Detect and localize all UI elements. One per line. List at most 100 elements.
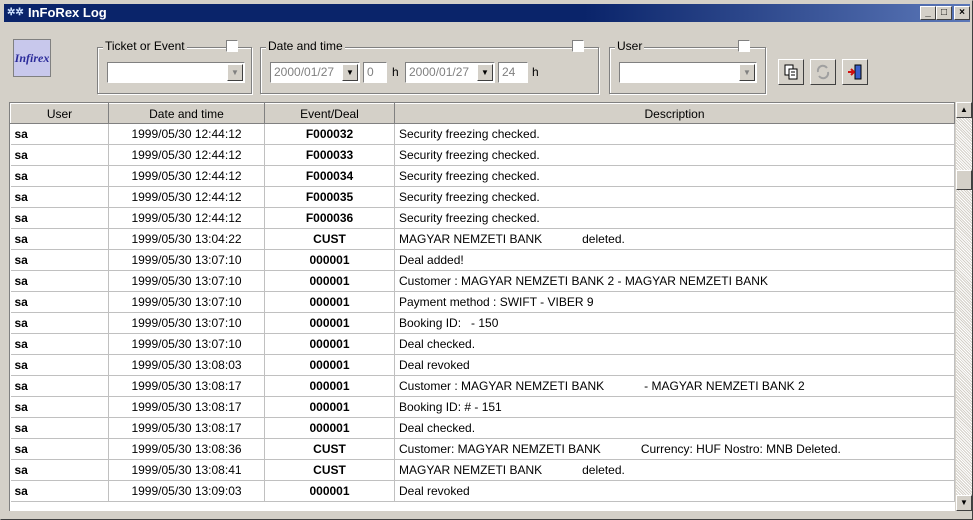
date-to-picker[interactable]: 2000/01/27 ▼ — [405, 62, 495, 83]
cell-user: sa — [10, 438, 109, 460]
table-row[interactable]: sa 1999/05/30 13:07:10 000001 Payment metho… — [10, 291, 955, 313]
cell-datetime: 1999/05/30 13:07:10 — [108, 291, 265, 313]
table-row[interactable]: sa 1999/05/30 13:08:36 CUST Customer: MAGYA… — [10, 438, 955, 460]
log-table-container[interactable]: User Date and time Event/Deal Descriptio… — [9, 102, 955, 511]
column-header-description[interactable]: Description — [394, 103, 955, 124]
close-button[interactable]: × — [954, 6, 970, 20]
cell-description: Deal checked. — [394, 333, 955, 355]
cell-datetime: 1999/05/30 13:09:03 — [108, 480, 265, 502]
datetime-checkbox[interactable] — [572, 40, 584, 52]
maximize-button[interactable]: □ — [936, 6, 952, 20]
cell-datetime: 1999/05/30 13:08:36 — [108, 438, 265, 460]
cell-datetime: 1999/05/30 13:07:10 — [108, 249, 265, 271]
cell-datetime: 1999/05/30 12:44:12 — [108, 165, 265, 187]
ticket-event-combo[interactable]: ▼ — [107, 62, 245, 83]
datetime-label: Date and time — [266, 39, 345, 53]
cell-user: sa — [10, 354, 109, 376]
scroll-up-button[interactable]: ▲ — [956, 102, 972, 118]
table-row[interactable]: sa 1999/05/30 13:08:03 000001 Deal revoked — [10, 354, 955, 376]
ticket-event-checkbox[interactable] — [226, 40, 238, 52]
cell-description: MAGYAR NEMZETI BANK deleted. — [394, 459, 955, 481]
chevron-down-icon[interactable]: ▼ — [342, 64, 358, 81]
cell-description: Deal added! — [394, 249, 955, 271]
cell-description: Security freezing checked. — [394, 144, 955, 166]
table-row[interactable]: sa 1999/05/30 13:08:17 000001 Booking ID: #… — [10, 396, 955, 418]
window-title: InFoRex Log — [28, 5, 107, 20]
table-row[interactable]: sa 1999/05/30 12:44:12 F000036 Security fre… — [10, 207, 955, 229]
cell-datetime: 1999/05/30 13:08:17 — [108, 417, 265, 439]
cell-event: 000001 — [264, 312, 395, 334]
cell-user: sa — [10, 186, 109, 208]
inforex-logo: Infirex — [13, 39, 51, 77]
cell-description: Customer: MAGYAR NEMZETI BANK Currency: … — [394, 438, 955, 460]
hour-from-value: 0 — [367, 65, 374, 79]
app-window: ✲✲ InFoRex Log _ □ × Infirex Ticket or E… — [0, 0, 973, 520]
ticket-event-group: Ticket or Event ▼ — [97, 39, 252, 94]
log-table: User Date and time Event/Deal Descriptio… — [10, 103, 955, 502]
chevron-down-icon[interactable]: ▼ — [739, 64, 755, 81]
cell-user: sa — [10, 312, 109, 334]
column-header-datetime[interactable]: Date and time — [108, 103, 265, 124]
cell-user: sa — [10, 417, 109, 439]
table-row[interactable]: sa 1999/05/30 12:44:12 F000035 Security fre… — [10, 186, 955, 208]
table-row[interactable]: sa 1999/05/30 13:04:22 CUST MAGYAR NEMZETI … — [10, 228, 955, 250]
cell-datetime: 1999/05/30 12:44:12 — [108, 123, 265, 145]
table-row[interactable]: sa 1999/05/30 13:08:17 000001 Deal checked. — [10, 417, 955, 439]
user-checkbox[interactable] — [738, 40, 750, 52]
scroll-thumb[interactable] — [956, 170, 972, 190]
hour-to-input[interactable]: 24 — [498, 62, 528, 83]
hour-from-input[interactable]: 0 — [363, 62, 387, 83]
refresh-icon — [816, 64, 830, 80]
cell-datetime: 1999/05/30 13:08:41 — [108, 459, 265, 481]
table-row[interactable]: sa 1999/05/30 13:07:10 000001 Deal added! — [10, 249, 955, 271]
cell-datetime: 1999/05/30 12:44:12 — [108, 144, 265, 166]
table-row[interactable]: sa 1999/05/30 13:07:10 000001 Deal checked. — [10, 333, 955, 355]
cell-event: F000032 — [264, 123, 395, 145]
table-row[interactable]: sa 1999/05/30 13:07:10 000001 Booking ID: -… — [10, 312, 955, 334]
cell-user: sa — [10, 459, 109, 481]
scroll-down-button[interactable]: ▼ — [956, 495, 972, 511]
table-row[interactable]: sa 1999/05/30 12:44:12 F000032 Security fre… — [10, 123, 955, 145]
column-header-user[interactable]: User — [10, 103, 109, 124]
cell-description: Booking ID: - 150 — [394, 312, 955, 334]
user-combo[interactable]: ▼ — [619, 62, 757, 83]
table-row[interactable]: sa 1999/05/30 13:07:10 000001 Customer : MA… — [10, 270, 955, 292]
cell-user: sa — [10, 396, 109, 418]
cell-event: CUST — [264, 438, 395, 460]
table-row[interactable]: sa 1999/05/30 13:08:41 CUST MAGYAR NEMZETI … — [10, 459, 955, 481]
column-header-event[interactable]: Event/Deal — [264, 103, 395, 124]
user-label: User — [615, 39, 645, 53]
cell-event: 000001 — [264, 333, 395, 355]
vertical-scrollbar[interactable]: ▲ ▼ — [956, 102, 972, 511]
cell-datetime: 1999/05/30 13:04:22 — [108, 228, 265, 250]
exit-door-icon — [848, 64, 862, 80]
ticket-event-label: Ticket or Event — [103, 39, 187, 53]
table-row[interactable]: sa 1999/05/30 12:44:12 F000034 Security fre… — [10, 165, 955, 187]
minimize-button[interactable]: _ — [920, 6, 936, 20]
date-from-picker[interactable]: 2000/01/27 ▼ — [270, 62, 360, 83]
copy-icon — [784, 64, 798, 80]
cell-user: sa — [10, 249, 109, 271]
hour-to-value: 24 — [502, 65, 516, 79]
cell-user: sa — [10, 480, 109, 502]
cell-datetime: 1999/05/30 13:07:10 — [108, 270, 265, 292]
copy-button[interactable] — [778, 59, 804, 85]
cell-datetime: 1999/05/30 13:08:17 — [108, 375, 265, 397]
cell-user: sa — [10, 228, 109, 250]
table-row[interactable]: sa 1999/05/30 12:44:12 F000033 Security fre… — [10, 144, 955, 166]
cell-description: Deal revoked — [394, 354, 955, 376]
title-bar[interactable]: ✲✲ InFoRex Log _ □ × — [4, 4, 970, 22]
cell-event: 000001 — [264, 396, 395, 418]
cell-datetime: 1999/05/30 13:08:03 — [108, 354, 265, 376]
table-row[interactable]: sa 1999/05/30 13:09:03 000001 Deal revoked — [10, 480, 955, 502]
chevron-down-icon[interactable]: ▼ — [477, 64, 493, 81]
table-row[interactable]: sa 1999/05/30 13:08:17 000001 Customer : MA… — [10, 375, 955, 397]
exit-button[interactable] — [842, 59, 868, 85]
refresh-button[interactable] — [810, 59, 836, 85]
hour-to-unit: h — [532, 65, 539, 79]
app-icon: ✲✲ — [7, 7, 24, 18]
cell-description: Security freezing checked. — [394, 186, 955, 208]
cell-datetime: 1999/05/30 12:44:12 — [108, 207, 265, 229]
chevron-down-icon[interactable]: ▼ — [227, 64, 243, 81]
cell-event: F000033 — [264, 144, 395, 166]
